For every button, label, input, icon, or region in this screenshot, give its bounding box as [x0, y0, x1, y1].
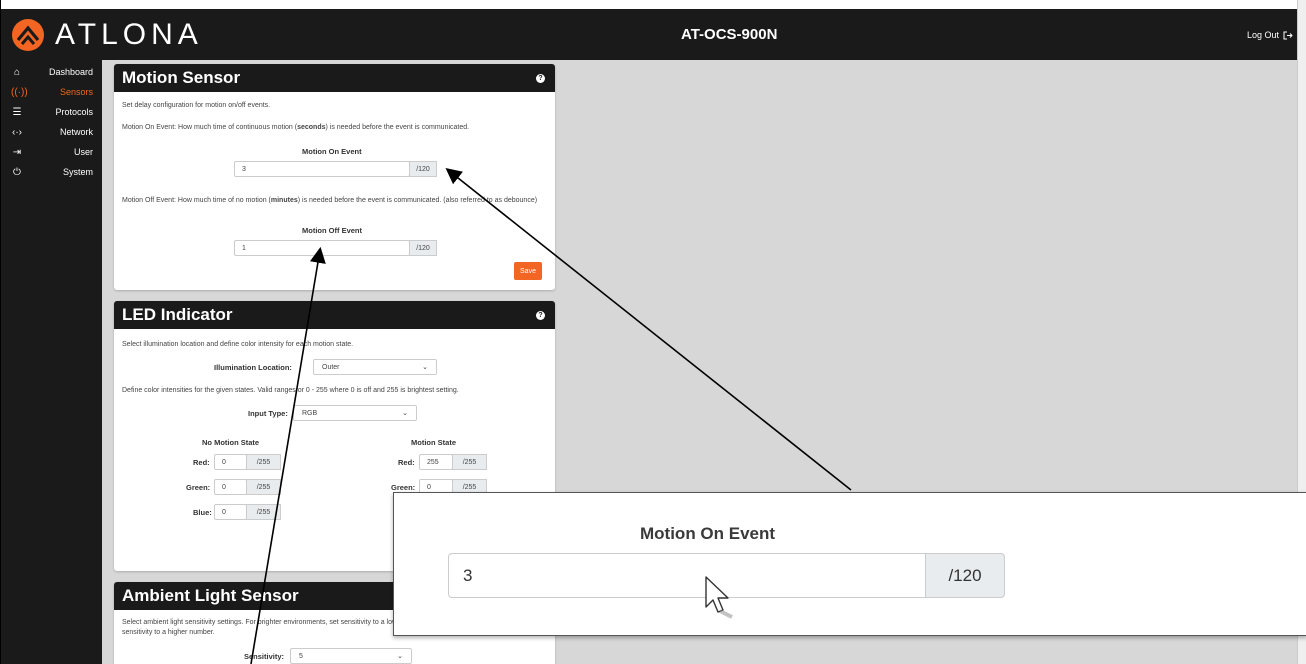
- led-indicator-header: LED Indicator ?: [114, 301, 555, 329]
- motion-desc: Set delay configuration for motion on/of…: [122, 102, 271, 109]
- ambient-light-title: Ambient Light Sensor: [122, 586, 299, 605]
- input-type-value: RGB: [302, 409, 318, 417]
- no-motion-green-max: /255: [246, 479, 281, 495]
- illumination-location-select[interactable]: Outer ⌄: [313, 359, 437, 375]
- atlona-logo: ATLONA: [11, 17, 203, 53]
- no-motion-green-input[interactable]: 0: [214, 479, 247, 495]
- sidebar-item-label: Protocols: [55, 107, 93, 117]
- no-motion-blue-input[interactable]: 0: [214, 504, 247, 520]
- sidebar-item-dashboard[interactable]: ⌂ Dashboard: [1, 62, 102, 82]
- input-type-label: Input Type:: [248, 409, 288, 418]
- sidebar-item-user[interactable]: ⇥ User: [1, 142, 102, 162]
- network-icon: ‹·›: [12, 126, 22, 138]
- chevron-down-icon: ⌄: [402, 410, 408, 417]
- logout-label: Log Out: [1246, 30, 1279, 40]
- led-ranges-desc: Define color intensities for the given s…: [122, 387, 459, 394]
- sidebar-item-network[interactable]: ‹·› Network: [1, 122, 102, 142]
- sidebar-item-sensors[interactable]: ((·)) Sensors: [1, 82, 102, 102]
- mouse-cursor-icon: [705, 576, 733, 619]
- motion-off-max: /120: [409, 240, 437, 256]
- atlona-logo-icon: [12, 19, 44, 51]
- motion-sensor-card: Motion Sensor ? Set delay configuration …: [114, 64, 555, 290]
- zoom-callout: Motion On Event 3 /120: [393, 492, 1306, 636]
- motion-on-desc-post: ) is needed before the event is communic…: [325, 124, 470, 131]
- chevron-down-icon: ⌄: [422, 364, 428, 371]
- sidebar-item-label: User: [73, 147, 93, 157]
- sidebar-item-label: System: [62, 167, 93, 177]
- motion-on-label: Motion On Event: [302, 147, 362, 156]
- motion-off-label: Motion Off Event: [302, 226, 362, 235]
- zoom-motion-on-max: /120: [925, 553, 1005, 598]
- illumination-location-label: Illumination Location:: [214, 363, 292, 372]
- motion-on-desc: Motion On Event: How much time of contin…: [122, 123, 552, 133]
- no-motion-red-input[interactable]: 0: [214, 454, 247, 470]
- motion-off-desc-post: ) is needed before the event is communic…: [297, 197, 538, 204]
- illumination-location-value: Outer: [322, 363, 340, 371]
- led-indicator-title: LED Indicator: [122, 305, 233, 324]
- motion-off-input[interactable]: 1: [234, 240, 410, 256]
- motion-on-input[interactable]: 3: [234, 161, 410, 177]
- motion-red-label: Red:: [398, 458, 415, 467]
- no-motion-green-label: Green:: [186, 483, 211, 492]
- sidebar: ⌂ Dashboard ((·)) Sensors ☰ Protocols ‹·…: [1, 60, 102, 664]
- no-motion-blue-label: Blue:: [193, 508, 212, 517]
- zoom-motion-on-input[interactable]: 3: [448, 553, 926, 598]
- no-motion-blue-max: /255: [246, 504, 281, 520]
- zoom-motion-on-label: Motion On Event: [640, 524, 776, 543]
- sensitivity-select[interactable]: 5 ⌄: [290, 648, 412, 664]
- help-icon[interactable]: ?: [536, 310, 545, 320]
- motion-off-desc-unit: minutes: [270, 197, 298, 204]
- sensitivity-value: 5: [299, 652, 303, 660]
- input-type-select[interactable]: RGB ⌄: [293, 405, 417, 421]
- motion-sensor-header: Motion Sensor ?: [114, 64, 555, 92]
- motion-on-desc-pre: Motion On Event: How much time of contin…: [122, 124, 298, 131]
- sidebar-item-protocols[interactable]: ☰ Protocols: [1, 102, 102, 122]
- motion-green-label: Green:: [391, 483, 416, 492]
- motion-red-input[interactable]: 255: [419, 454, 453, 470]
- sensor-icon: ((·)): [11, 86, 28, 98]
- motion-red-max: /255: [452, 454, 487, 470]
- sidebar-item-system[interactable]: ⏻ System: [1, 162, 102, 182]
- motion-on-max: /120: [409, 161, 437, 177]
- plug-icon: ⏻: [13, 166, 21, 178]
- sidebar-item-label: Dashboard: [48, 67, 93, 77]
- screenshot-frame: ATLONA AT-OCS-900N Log Out ⌂ Dashboard (…: [0, 0, 1306, 664]
- server-icon: ☰: [12, 106, 22, 118]
- logout-icon: [1283, 31, 1293, 39]
- no-motion-state-title: No Motion State: [202, 438, 260, 447]
- motion-state-title: Motion State: [411, 438, 456, 447]
- logout-button[interactable]: Log Out: [1247, 30, 1293, 40]
- motion-sensor-title: Motion Sensor: [122, 68, 241, 87]
- led-desc: Select illumination location and define …: [122, 341, 354, 348]
- no-motion-red-max: /255: [246, 454, 281, 470]
- chevron-down-icon: ⌄: [397, 653, 403, 660]
- sidebar-item-label: Network: [59, 127, 93, 137]
- device-model: AT-OCS-900N: [681, 26, 778, 43]
- sensitivity-label: Sensitivity:: [244, 652, 285, 661]
- logo-wordmark: ATLONA: [55, 18, 203, 51]
- no-motion-red-label: Red:: [193, 458, 210, 467]
- sidebar-item-label: Sensors: [59, 87, 93, 97]
- motion-off-desc: Motion Off Event: How much time of no mo…: [122, 196, 542, 206]
- login-icon: ⇥: [12, 146, 22, 158]
- home-icon: ⌂: [13, 66, 21, 78]
- motion-on-desc-unit: seconds: [297, 124, 326, 131]
- save-button[interactable]: Save: [514, 262, 542, 280]
- top-bar: ATLONA AT-OCS-900N Log Out: [1, 9, 1306, 60]
- help-icon[interactable]: ?: [536, 73, 545, 83]
- motion-off-desc-pre: Motion Off Event: How much time of no mo…: [122, 197, 271, 204]
